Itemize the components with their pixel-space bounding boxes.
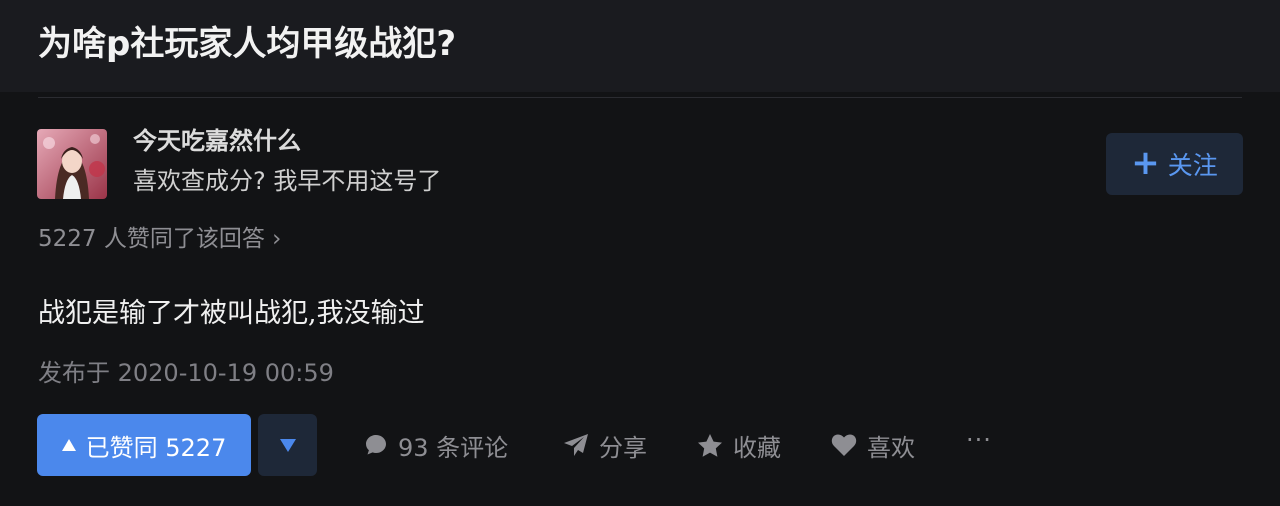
divider [38, 97, 1242, 98]
follow-button[interactable]: + 关注 [1106, 133, 1243, 195]
vote-up-button[interactable]: 已赞同 5227 [37, 414, 251, 476]
author-bio: 喜欢查成分? 我早不用这号了 [133, 167, 442, 195]
follow-label: 关注 [1167, 151, 1218, 180]
share-label: 分享 [599, 433, 647, 462]
triangle-down-icon [279, 438, 296, 452]
vote-up-label: 已赞同 5227 [85, 433, 227, 462]
heart-icon [831, 434, 857, 456]
like-label: 喜欢 [867, 433, 915, 462]
comments-button[interactable]: 93 条评论 [364, 424, 508, 466]
author-avatar[interactable] [37, 129, 107, 199]
share-button[interactable]: 分享 [563, 424, 647, 466]
comment-icon [366, 435, 386, 455]
question-header: 为啥p社玩家人均甲级战犯? [0, 0, 1280, 92]
publish-time[interactable]: 发布于 2020-10-19 00:59 [38, 356, 334, 390]
avatar-image [37, 129, 107, 199]
question-title[interactable]: 为啥p社玩家人均甲级战犯? [38, 20, 456, 68]
more-options-icon[interactable]: ··· [966, 426, 992, 454]
collect-button[interactable]: 收藏 [697, 424, 781, 466]
star-icon [698, 433, 722, 457]
comments-label: 93 条评论 [398, 433, 509, 462]
paper-plane-icon [564, 434, 588, 456]
author-name[interactable]: 今天吃嘉然什么 [133, 124, 301, 158]
upvote-summary[interactable]: 5227 人赞同了该回答 › [38, 222, 281, 256]
like-button[interactable]: 喜欢 [831, 424, 915, 466]
triangle-up-icon [61, 439, 76, 451]
collect-label: 收藏 [733, 433, 781, 462]
plus-icon: + [1131, 142, 1160, 183]
vote-down-button[interactable] [258, 414, 317, 476]
answer-content: 战犯是输了才被叫战犯,我没输过 [38, 298, 425, 329]
